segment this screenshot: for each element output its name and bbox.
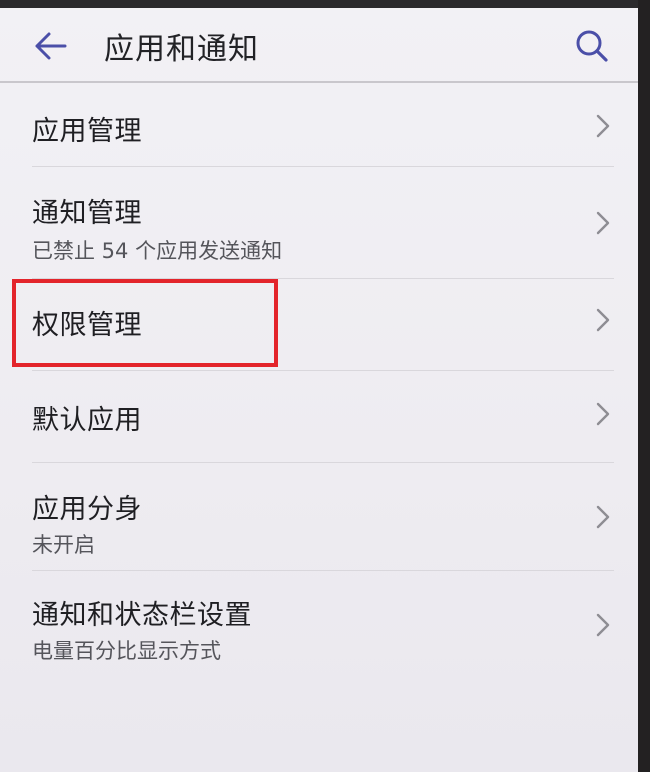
status-bar [0,0,638,8]
settings-list: 应用管理 通知管理 已禁止 54 个应用发送通知 权限管理 默认应用 应用分身 … [0,83,638,679]
list-item-app-twin[interactable]: 应用分身 未开启 [0,463,638,571]
item-label: 通知管理 [32,198,142,229]
item-label: 默认应用 [32,405,142,436]
search-icon [576,30,608,62]
item-subtitle: 已禁止 54 个应用发送通知 [32,239,283,263]
app-bar: 应用和通知 [0,8,638,82]
item-subtitle: 未开启 [32,533,95,557]
chevron-right-icon [596,211,610,235]
settings-screen: 应用和通知 应用管理 通知管理 已禁止 54 个应用发送通知 权限管理 默认应用… [0,0,638,772]
list-item-notification-management[interactable]: 通知管理 已禁止 54 个应用发送通知 [0,167,638,279]
list-item-notification-statusbar-settings[interactable]: 通知和状态栏设置 电量百分比显示方式 [0,571,638,679]
item-subtitle: 电量百分比显示方式 [32,639,221,663]
chevron-right-icon [596,613,610,637]
arrow-left-icon [35,32,67,60]
list-item-permission-management[interactable]: 权限管理 [0,279,638,371]
item-label: 权限管理 [32,310,142,341]
chevron-right-icon [596,308,610,332]
item-label: 应用管理 [32,116,142,147]
device-edge [638,0,650,772]
chevron-right-icon [596,402,610,426]
list-item-default-apps[interactable]: 默认应用 [0,371,638,463]
search-button[interactable] [572,26,612,66]
page-title: 应用和通知 [104,32,259,67]
chevron-right-icon [596,114,610,138]
item-label: 通知和状态栏设置 [32,600,252,631]
list-item-app-management[interactable]: 应用管理 [0,83,638,167]
item-label: 应用分身 [32,494,142,525]
chevron-right-icon [596,505,610,529]
back-button[interactable] [30,26,70,66]
